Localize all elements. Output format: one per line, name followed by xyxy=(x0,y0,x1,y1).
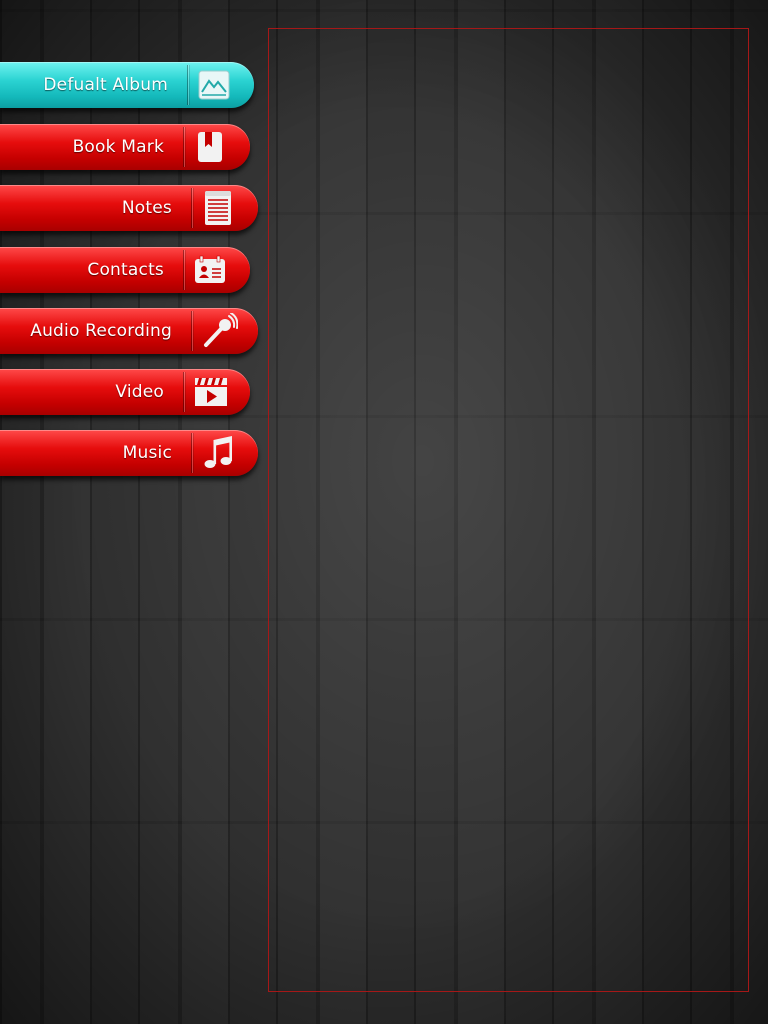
menu-item-audio-recording[interactable]: Audio Recording xyxy=(0,308,258,354)
menu-item-divider xyxy=(183,372,186,412)
menu-item-music[interactable]: Music xyxy=(0,430,258,476)
microphone-icon xyxy=(202,313,238,347)
menu-item-label: Video xyxy=(115,382,164,402)
menu-item-label: Defualt Album xyxy=(43,75,168,95)
menu-item-divider xyxy=(187,65,190,105)
menu-item-divider xyxy=(191,188,194,228)
menu-item-divider xyxy=(191,433,194,473)
menu-item-divider xyxy=(183,127,186,167)
menu-item-label: Music xyxy=(122,443,172,463)
bookmark-icon xyxy=(194,132,226,162)
menu-item-label: Book Mark xyxy=(72,137,164,157)
menu-item-label: Contacts xyxy=(87,260,164,280)
notes-icon xyxy=(202,191,234,225)
menu-item-divider xyxy=(183,250,186,290)
menu-item-default-album[interactable]: Defualt Album xyxy=(0,62,254,108)
video-icon xyxy=(194,377,227,407)
menu-item-divider xyxy=(191,311,194,351)
menu-item-notes[interactable]: Notes xyxy=(0,185,258,231)
menu-item-label: Notes xyxy=(121,198,172,218)
menu-item-video[interactable]: Video xyxy=(0,369,250,415)
menu-item-label: Audio Recording xyxy=(30,321,172,341)
content-panel xyxy=(268,28,749,992)
music-note-icon xyxy=(202,436,234,468)
album-icon xyxy=(198,70,230,100)
menu-item-contacts[interactable]: Contacts xyxy=(0,247,250,293)
menu-item-book-mark[interactable]: Book Mark xyxy=(0,124,250,170)
contacts-icon xyxy=(194,255,226,285)
